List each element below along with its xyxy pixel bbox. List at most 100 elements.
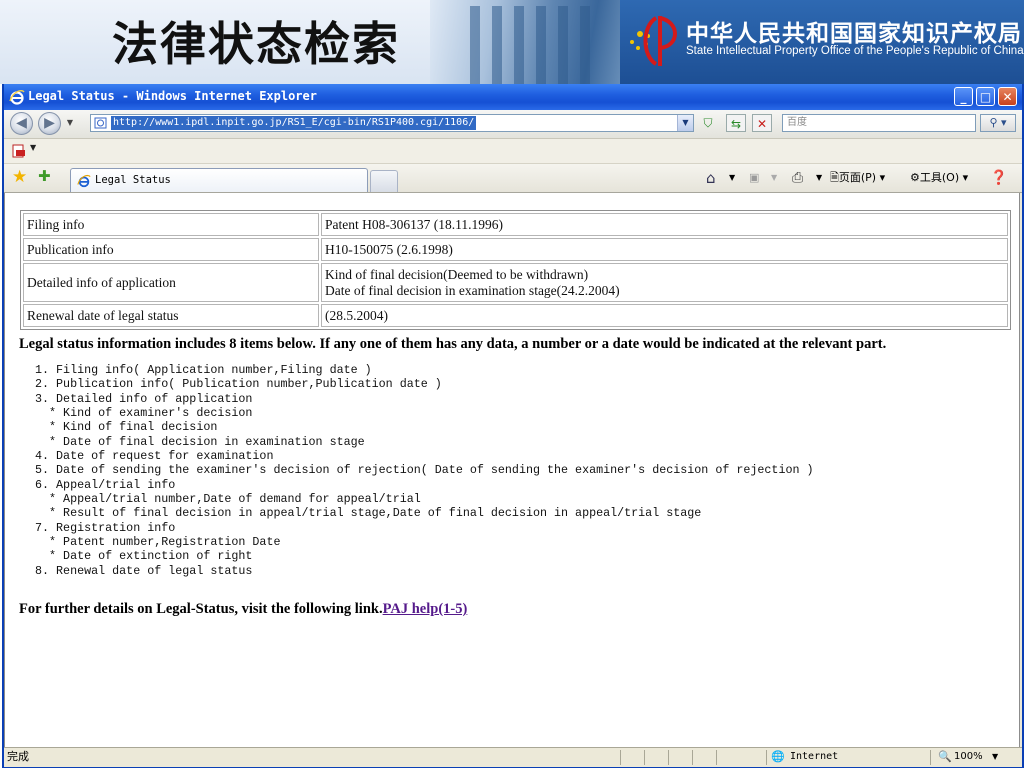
page-content: Filing info Patent H08-306137 (18.11.199… (4, 193, 1020, 747)
add-favorites-icon[interactable]: ✚ (38, 167, 51, 185)
help-icon: ❓ (990, 170, 1008, 186)
list-item: 7. Registration info (35, 520, 176, 535)
search-input[interactable]: 百度 (782, 114, 976, 132)
search-icon: ⚲ ▾ (989, 116, 1007, 129)
row-key: Renewal date of legal status (23, 304, 319, 327)
globe-icon: 🌐 (771, 750, 785, 763)
stop-button[interactable]: ✕ (752, 114, 772, 132)
tools-menu-label: 工具(O) (919, 171, 960, 184)
list-item: 1. Filing info( Application number,Filin… (35, 363, 372, 377)
favorites-star-icon[interactable]: ★ (12, 167, 27, 187)
intro-paragraph: Legal status information includes 8 item… (19, 336, 887, 352)
value-line: Date of final decision in examination st… (325, 282, 620, 298)
list-item: * Kind of final decision (35, 420, 218, 435)
home-icon[interactable]: ⌂ (706, 169, 716, 187)
list-item: 4. Date of request for examination (35, 449, 274, 464)
navigation-bar: ◀ ▶ ▼ http://www1.ipdl.inpit.go.jp/RS1_E… (4, 110, 1022, 139)
address-bar[interactable]: http://www1.ipdl.inpit.go.jp/RS1_E/cgi-b… (90, 114, 694, 132)
table-row: Publication info H10-150075 (2.6.1998) (23, 238, 1008, 261)
security-shield-icon[interactable]: ⛉ (698, 114, 718, 132)
page-icon: 🗎 (830, 171, 839, 184)
page-menu-label: 页面(P) (838, 171, 877, 184)
new-tab-button[interactable] (370, 170, 398, 192)
links-bar: ▼ (4, 139, 1022, 164)
list-item: * Date of extinction of right (35, 549, 253, 564)
list-item: 3. Detailed info of application (35, 391, 253, 406)
status-bar: 完成 🌐 Internet 🔍 100% ▼ (4, 747, 1022, 767)
tab-label: Legal Status (95, 174, 171, 186)
list-item: * Date of final decision in examination … (35, 434, 365, 449)
tools-menu-button[interactable]: ⚙工具(O) ▾ (910, 169, 968, 187)
history-dropdown[interactable]: ▼ (64, 114, 76, 132)
list-item: 5. Date of sending the examiner's decisi… (35, 463, 814, 478)
table-row: Filing info Patent H08-306137 (18.11.199… (23, 213, 1008, 236)
further-details-text: For further details on Legal-Status, vis… (19, 601, 383, 617)
maximize-icon: □ (979, 90, 992, 104)
home-dropdown[interactable]: ▼ (729, 169, 735, 187)
building-image (430, 0, 640, 84)
org-name-cn: 中华人民共和国国家知识产权局 (686, 21, 1022, 47)
list-item: 6. Appeal/trial info (35, 477, 176, 492)
row-key: Detailed info of application (23, 263, 319, 302)
pdf-convert-icon[interactable] (12, 144, 26, 158)
list-item: * Result of final decision in appeal/tri… (35, 506, 702, 521)
minimize-icon: _ (960, 90, 967, 104)
minimize-button[interactable]: _ (954, 87, 973, 106)
zone-text: Internet (790, 751, 839, 762)
help-button[interactable]: ❓ (990, 169, 1007, 187)
page-icon (94, 117, 107, 129)
list-item: * Appeal/trial number,Date of demand for… (35, 492, 421, 507)
row-value: Kind of final decision(Deemed to be with… (321, 263, 1008, 302)
table-row: Renewal date of legal status (28.5.2004) (23, 304, 1008, 327)
row-value: Patent H08-306137 (18.11.1996) (321, 213, 1008, 236)
title-bar[interactable]: Legal Status - Windows Internet Explorer… (4, 84, 1022, 110)
gear-icon: ⚙ (910, 171, 920, 184)
value-line: Kind of final decision(Deemed to be with… (325, 266, 589, 282)
further-details-paragraph: For further details on Legal-Status, vis… (19, 601, 467, 618)
print-dropdown[interactable]: ▼ (816, 169, 822, 187)
table-row: Detailed info of application Kind of fin… (23, 263, 1008, 302)
ie-tab-icon (77, 174, 91, 188)
pdf-dropdown[interactable]: ▼ (30, 143, 36, 152)
stop-icon: ✕ (756, 117, 768, 131)
close-button[interactable]: ✕ (998, 87, 1017, 106)
back-arrow-icon: ◀ (16, 115, 27, 131)
sipo-logo-icon (630, 16, 677, 66)
browser-window: Legal Status - Windows Internet Explorer… (2, 84, 1024, 768)
row-key: Filing info (23, 213, 319, 236)
refresh-button[interactable]: ⇆ (726, 114, 746, 132)
forward-arrow-icon: ▶ (44, 115, 55, 131)
close-icon: ✕ (1002, 90, 1013, 104)
window-title: Legal Status - Windows Internet Explorer (28, 89, 317, 103)
search-button[interactable]: ⚲ ▾ (980, 114, 1016, 132)
zoom-dropdown[interactable]: ▼ (992, 748, 998, 766)
feeds-icon[interactable]: ▣ (749, 169, 759, 187)
slide-banner: 法律状态检索 中华人民共和国国家知识产权局 State Intellectual… (0, 0, 1024, 84)
page-menu-button[interactable]: 🗎页面(P) ▾ (830, 169, 885, 187)
list-item: 2. Publication info( Publication number,… (35, 377, 442, 392)
row-value: H10-150075 (2.6.1998) (321, 238, 1008, 261)
address-url[interactable]: http://www1.ipdl.inpit.go.jp/RS1_E/cgi-b… (111, 116, 477, 130)
ie-logo-icon (9, 90, 25, 105)
paj-help-link[interactable]: PAJ help(1-5) (383, 601, 468, 617)
maximize-button[interactable]: □ (976, 87, 995, 106)
zoom-level[interactable]: 100% (954, 748, 983, 766)
status-text: 完成 (7, 750, 29, 763)
slide-title: 法律状态检索 (112, 17, 400, 71)
back-button[interactable]: ◀ (10, 112, 33, 135)
tab-bar: ★ ✚ Legal Status ⌂ ▼ ▣ ▼ ⎙ ▼ 🗎页面(P) ▾ ⚙工… (4, 164, 1022, 193)
row-key: Publication info (23, 238, 319, 261)
forward-button[interactable]: ▶ (38, 112, 61, 135)
zoom-icon[interactable]: 🔍 (938, 748, 952, 766)
row-value: (28.5.2004) (321, 304, 1008, 327)
org-name-en: State Intellectual Property Office of th… (686, 45, 1024, 57)
list-item: 8. Renewal date of legal status (35, 563, 253, 578)
items-list: 1. Filing info( Application number,Filin… (35, 363, 814, 578)
address-dropdown-button[interactable]: ▼ (677, 115, 693, 131)
feeds-dropdown[interactable]: ▼ (771, 169, 777, 187)
list-item: * Kind of examiner's decision (35, 406, 253, 421)
tab-legal-status[interactable]: Legal Status (70, 168, 368, 192)
list-item: * Patent number,Registration Date (35, 535, 281, 550)
print-icon[interactable]: ⎙ (792, 169, 803, 187)
refresh-icon: ⇆ (730, 117, 742, 131)
